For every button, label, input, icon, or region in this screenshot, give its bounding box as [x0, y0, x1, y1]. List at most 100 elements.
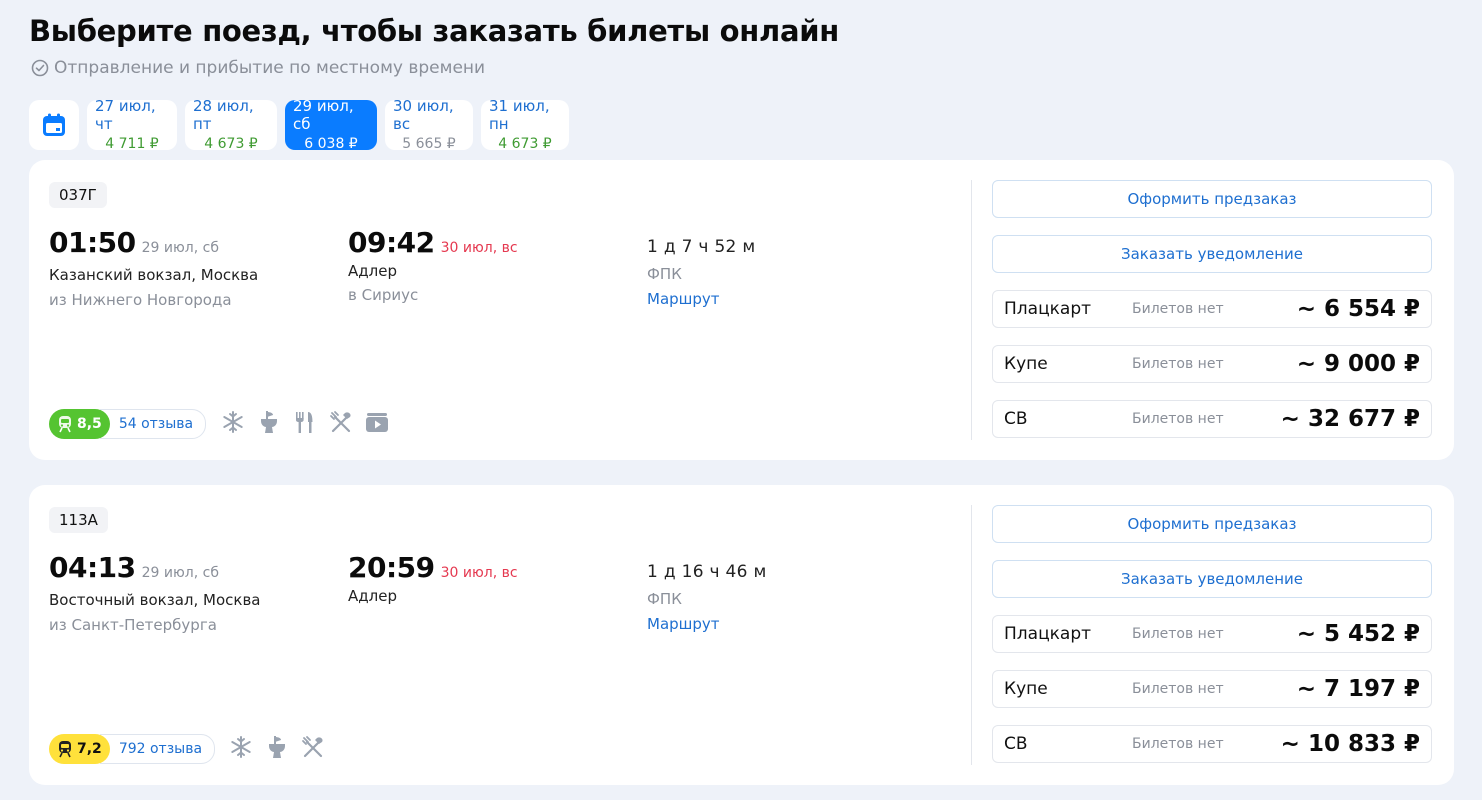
fare-availability: Билетов нет — [1132, 356, 1224, 372]
date-label: 28 июл, пт — [193, 97, 254, 133]
departure-date: 29 июл, сб — [141, 240, 219, 256]
subtitle-text: Отправление и прибытие по местному време… — [54, 58, 486, 78]
fare-availability: Билетов нет — [1132, 411, 1224, 427]
date-selector: 27 июл, чт 4 711 ₽ 28 июл, пт 4 673 ₽ 29… — [29, 97, 569, 152]
date-price: 6 038 ₽ — [304, 136, 358, 152]
arrival-destination: в Сириус — [348, 286, 419, 304]
departure-station: Восточный вокзал, Москва — [49, 591, 261, 609]
departure-date: 29 июл, сб — [141, 565, 219, 581]
date-price: 5 665 ₽ — [402, 136, 456, 152]
arrival-date: 30 июл, вс — [440, 240, 518, 256]
departure-station: Казанский вокзал, Москва — [49, 266, 259, 284]
fare-class: Купе — [1004, 354, 1048, 374]
video-icon — [366, 413, 388, 432]
date-label: 31 июл, пн — [489, 97, 550, 133]
card-divider — [971, 505, 972, 765]
train-number: 113А — [49, 507, 108, 533]
train-icon — [59, 741, 71, 758]
fare-availability: Билетов нет — [1132, 681, 1224, 697]
fare-availability: Билетов нет — [1132, 301, 1224, 317]
arrival-station: Адлер — [348, 262, 397, 280]
route-link[interactable]: Маршрут — [647, 615, 720, 633]
snowflake-icon — [231, 736, 251, 758]
fare-row-platzkart[interactable]: Плацкарт Билетов нет ~ 6 554 ₽ — [992, 290, 1432, 328]
date-label: 29 июл, сб — [293, 97, 354, 133]
date-tab-31[interactable]: 31 июл, пн 4 673 ₽ — [481, 97, 569, 152]
train-search-page: Выберите поезд, чтобы заказать билеты он… — [0, 0, 1482, 800]
fare-row-kupe[interactable]: Купе Билетов нет ~ 7 197 ₽ — [992, 670, 1432, 708]
food-icon — [330, 411, 351, 433]
train-card: 037Г 01:50 29 июл, сб Казанский вокзал, … — [29, 160, 1454, 460]
train-rating[interactable]: 7,2 792 отзыва — [49, 734, 216, 764]
fare-class: СВ — [1004, 734, 1028, 754]
arrival-time: 09:42 — [348, 226, 435, 259]
date-label: 30 июл, вс — [393, 97, 454, 133]
date-tab-27[interactable]: 27 июл, чт 4 711 ₽ — [87, 97, 177, 152]
toilet-icon — [261, 411, 277, 433]
amenities — [228, 734, 326, 760]
date-price: 4 711 ₽ — [105, 136, 159, 152]
departure-time: 01:50 — [49, 226, 136, 259]
train-rating[interactable]: 8,5 54 отзыва — [49, 409, 207, 439]
date-price: 4 673 ₽ — [204, 136, 258, 152]
reviews-link[interactable]: 792 отзыва — [99, 734, 216, 764]
food-icon — [302, 736, 323, 758]
carrier: ФПК — [647, 265, 682, 283]
notify-button[interactable]: Заказать уведомление — [992, 235, 1432, 273]
arrival-time: 20:59 — [348, 551, 435, 584]
fare-price: ~ 5 452 ₽ — [1296, 621, 1420, 647]
date-tab-29[interactable]: 29 июл, сб 6 038 ₽ — [285, 97, 377, 152]
arrival-time-block: 09:42 30 июл, вс — [348, 226, 518, 259]
fare-row-sv[interactable]: СВ Билетов нет ~ 32 677 ₽ — [992, 400, 1432, 438]
fare-class: Купе — [1004, 679, 1048, 699]
rating-score: 7,2 — [77, 741, 102, 757]
trip-duration: 1 д 16 ч 46 м — [647, 562, 767, 582]
dining-icon — [296, 412, 313, 433]
card-divider — [971, 180, 972, 440]
toilet-icon — [269, 736, 285, 758]
arrival-time-block: 20:59 30 июл, вс — [348, 551, 518, 584]
date-label: 27 июл, чт — [95, 97, 156, 133]
train-number: 037Г — [49, 182, 107, 208]
fare-class: СВ — [1004, 409, 1028, 429]
carrier: ФПК — [647, 590, 682, 608]
train-icon — [59, 416, 71, 433]
rating-badge: 8,5 — [49, 409, 110, 439]
preorder-button[interactable]: Оформить предзаказ — [992, 180, 1432, 218]
fare-row-kupe[interactable]: Купе Билетов нет ~ 9 000 ₽ — [992, 345, 1432, 383]
fare-class: Плацкарт — [1004, 624, 1092, 644]
train-card: 113А 04:13 29 июл, сб Восточный вокзал, … — [29, 485, 1454, 785]
departure-time-block: 01:50 29 июл, сб — [49, 226, 219, 259]
arrival-date: 30 июл, вс — [440, 565, 518, 581]
fare-availability: Билетов нет — [1132, 736, 1224, 752]
fare-availability: Билетов нет — [1132, 626, 1224, 642]
fare-row-platzkart[interactable]: Плацкарт Билетов нет ~ 5 452 ₽ — [992, 615, 1432, 653]
date-price: 4 673 ₽ — [498, 136, 552, 152]
route-link[interactable]: Маршрут — [647, 290, 720, 308]
clock-check-icon — [31, 59, 49, 77]
fare-class: Плацкарт — [1004, 299, 1092, 319]
calendar-button[interactable] — [29, 100, 79, 150]
reviews-link[interactable]: 54 отзыва — [99, 409, 207, 439]
snowflake-icon — [223, 411, 243, 433]
fare-row-sv[interactable]: СВ Билетов нет ~ 10 833 ₽ — [992, 725, 1432, 763]
trip-duration: 1 д 7 ч 52 м — [647, 237, 756, 257]
departure-origin: из Нижнего Новгорода — [49, 291, 232, 309]
page-title: Выберите поезд, чтобы заказать билеты он… — [29, 14, 839, 48]
page-subtitle: Отправление и прибытие по местному време… — [31, 58, 485, 78]
calendar-icon — [43, 113, 65, 136]
rating-badge: 7,2 — [49, 734, 110, 764]
fare-price: ~ 7 197 ₽ — [1296, 676, 1420, 702]
fare-price: ~ 32 677 ₽ — [1280, 406, 1420, 432]
departure-origin: из Санкт-Петербурга — [49, 616, 217, 634]
fare-price: ~ 10 833 ₽ — [1280, 731, 1420, 757]
date-tab-30[interactable]: 30 июл, вс 5 665 ₽ — [385, 97, 473, 152]
fare-price: ~ 6 554 ₽ — [1296, 296, 1420, 322]
notify-button[interactable]: Заказать уведомление — [992, 560, 1432, 598]
amenities — [220, 409, 390, 435]
arrival-station: Адлер — [348, 587, 397, 605]
date-tab-28[interactable]: 28 июл, пт 4 673 ₽ — [185, 97, 277, 152]
fare-price: ~ 9 000 ₽ — [1296, 351, 1420, 377]
preorder-button[interactable]: Оформить предзаказ — [992, 505, 1432, 543]
departure-time: 04:13 — [49, 551, 136, 584]
